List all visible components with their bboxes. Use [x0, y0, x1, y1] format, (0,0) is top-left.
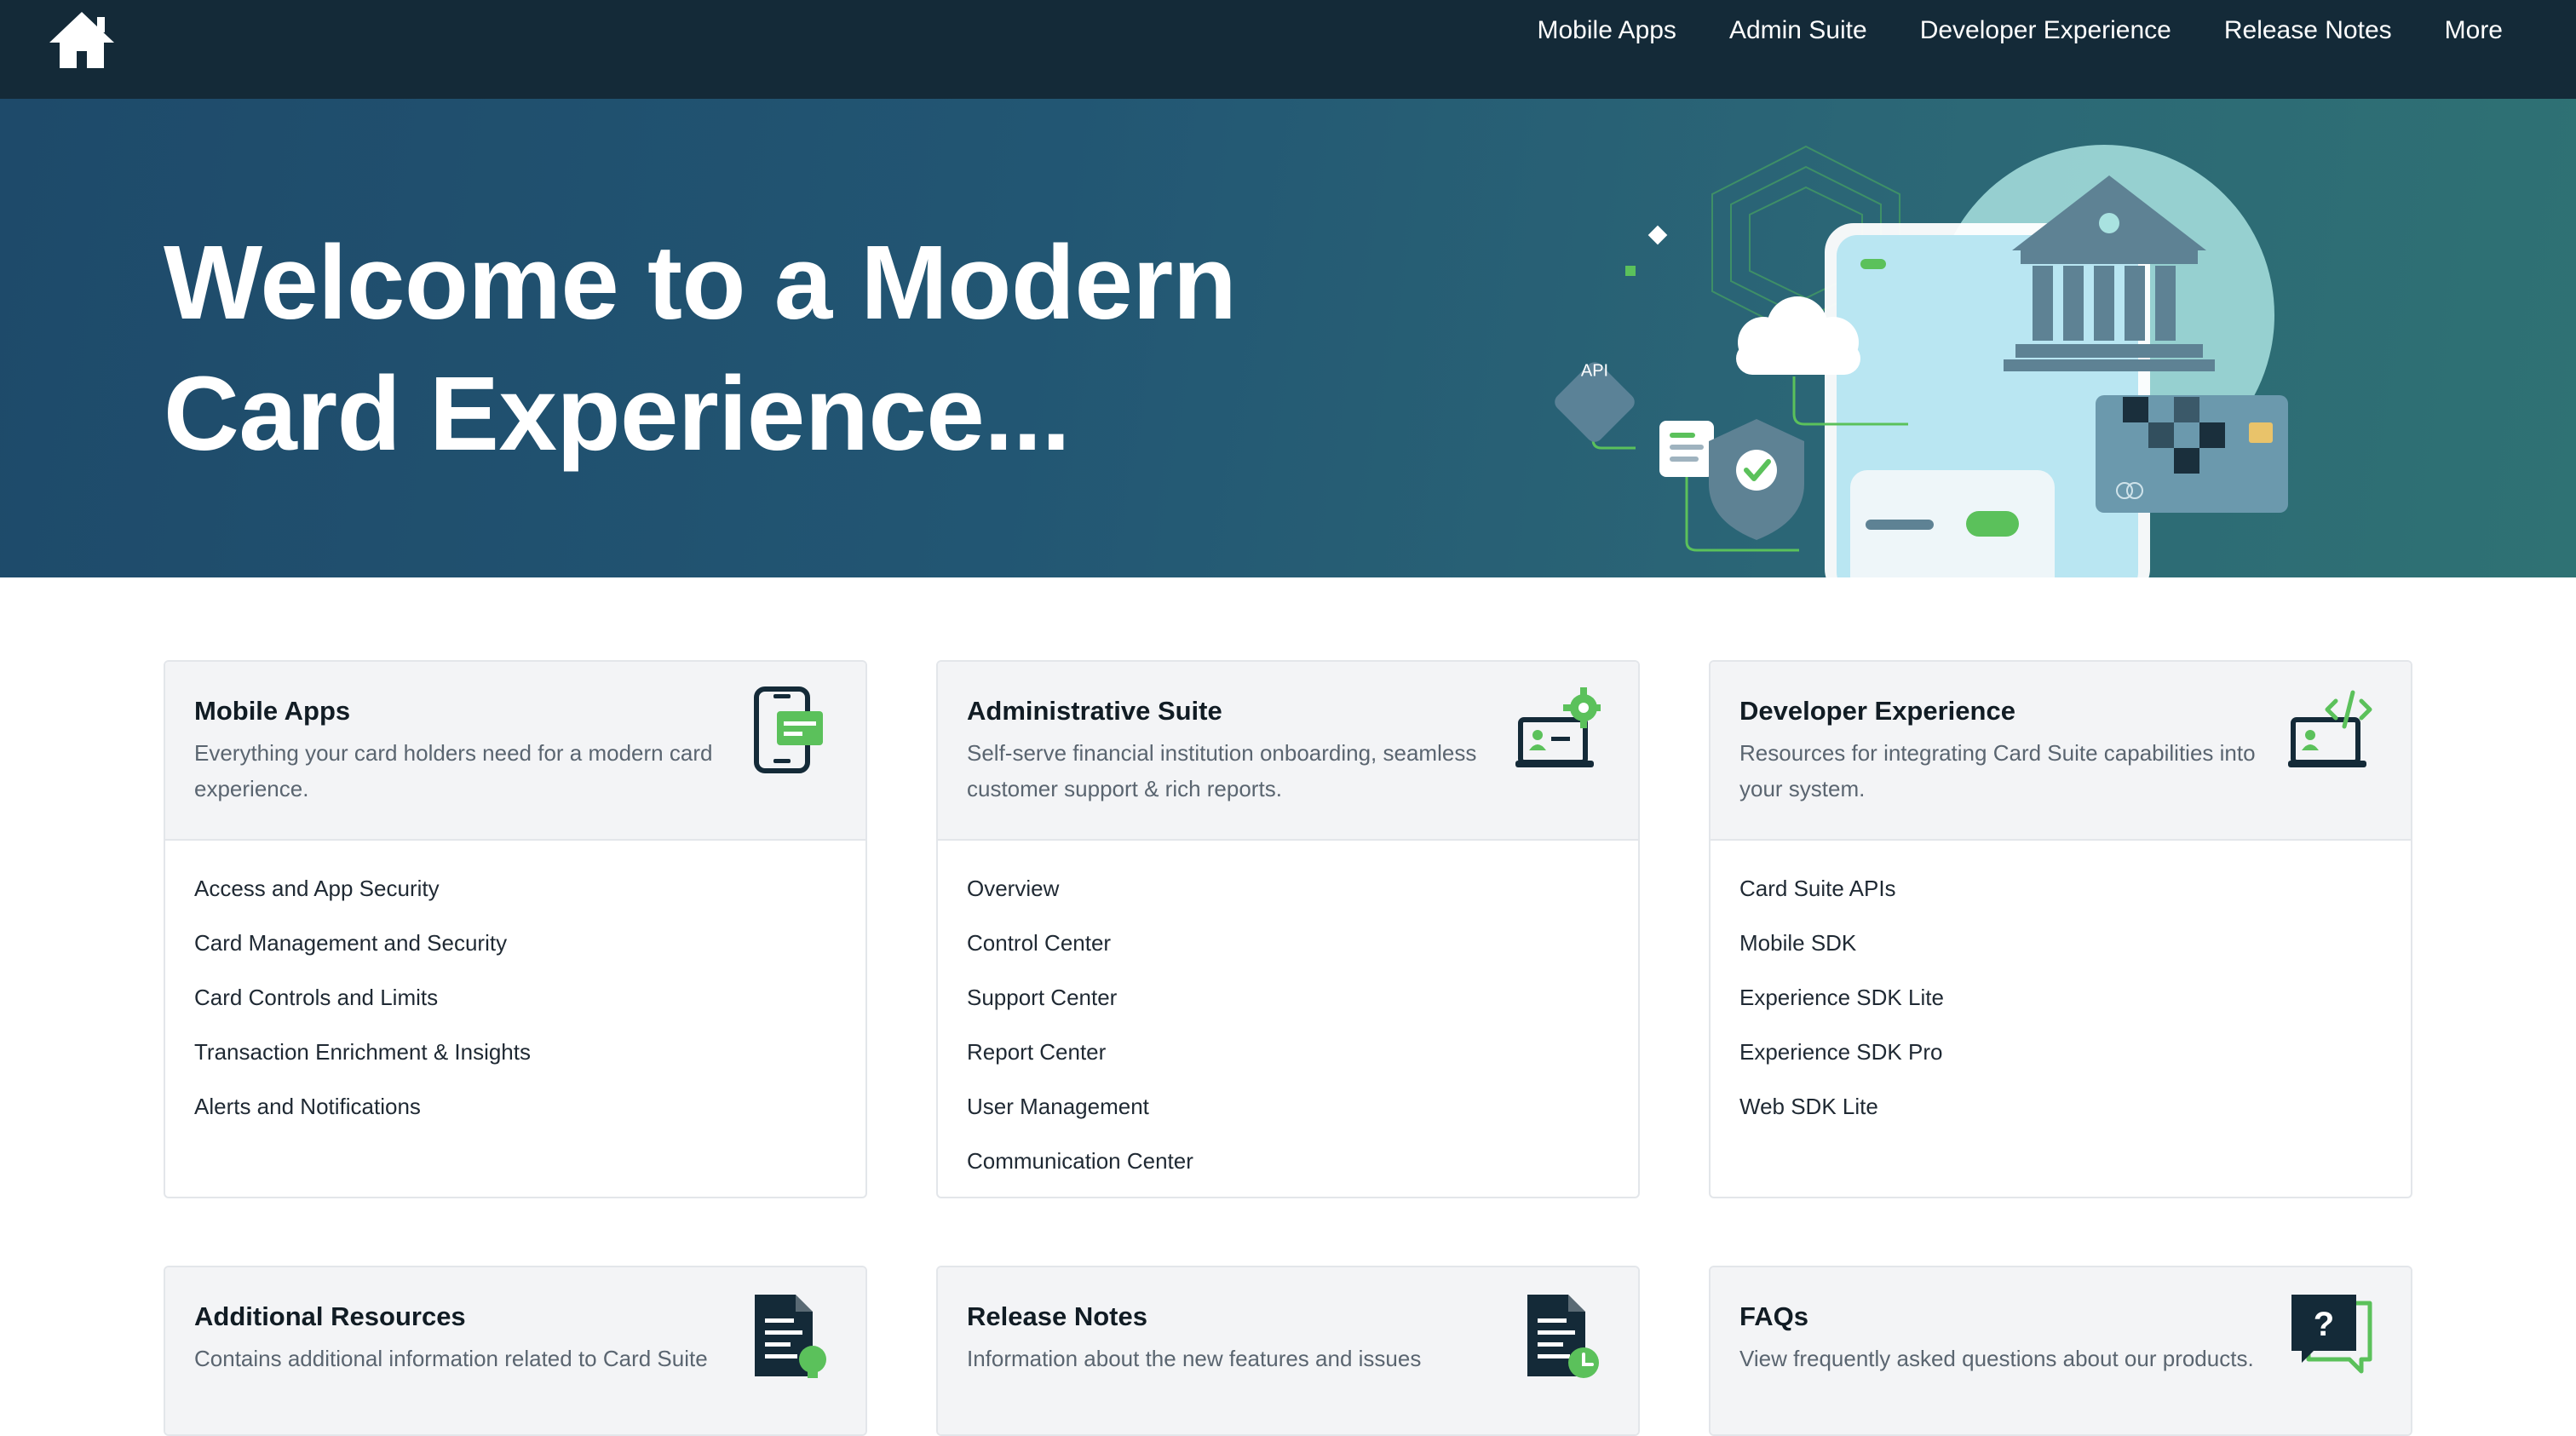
laptop-gear-icon	[1515, 686, 1601, 774]
question-chat-icon: ?	[2288, 1291, 2373, 1380]
document-icon	[1659, 421, 1714, 477]
link-overview[interactable]: Overview	[967, 861, 1609, 916]
card-header: Mobile Apps Everything your card holders…	[165, 662, 865, 841]
link-access-and-app-security[interactable]: Access and App Security	[194, 861, 837, 916]
link-card-suite-apis[interactable]: Card Suite APIs	[1739, 861, 2382, 916]
card-additional-resources[interactable]: Additional Resources Contains additional…	[164, 1266, 867, 1436]
card-mobile-apps: Mobile Apps Everything your card holders…	[164, 660, 867, 1198]
card-description: Everything your card holders need for a …	[194, 735, 739, 807]
hero-title-line-2: Card Experience...	[164, 356, 1070, 473]
card-link-list: Access and App Security Card Management …	[165, 841, 865, 1151]
card-header: Developer Experience Resources for integ…	[1711, 662, 2411, 841]
link-card-controls-and-limits[interactable]: Card Controls and Limits	[194, 970, 837, 1025]
link-alerts-and-notifications[interactable]: Alerts and Notifications	[194, 1079, 837, 1134]
nav-developer-experience[interactable]: Developer Experience	[1920, 16, 2171, 45]
document-lightbulb-icon	[743, 1291, 828, 1380]
card-release-notes[interactable]: Release Notes Information about the new …	[936, 1266, 1640, 1436]
card-header: Additional Resources Contains additional…	[165, 1267, 865, 1436]
link-card-management-and-security[interactable]: Card Management and Security	[194, 916, 837, 970]
card-link-list: Overview Control Center Support Center R…	[938, 841, 1638, 1198]
link-support-center[interactable]: Support Center	[967, 970, 1609, 1025]
card-administrative-suite: Administrative Suite Self-serve financia…	[936, 660, 1640, 1198]
card-description: View frequently asked questions about ou…	[1739, 1341, 2285, 1376]
hero-title-line-1: Welcome to a Modern	[164, 225, 1236, 342]
top-navigation-bar: Mobile Apps Admin Suite Developer Experi…	[0, 0, 2576, 99]
shield-check-icon	[1709, 419, 1804, 540]
card-description: Self-serve financial institution onboard…	[967, 735, 1512, 807]
link-transaction-enrichment-insights[interactable]: Transaction Enrichment & Insights	[194, 1025, 837, 1079]
card-developer-experience: Developer Experience Resources for integ…	[1709, 660, 2412, 1198]
card-title: Additional Resources	[194, 1301, 837, 1332]
card-header: FAQs View frequently asked questions abo…	[1711, 1267, 2411, 1436]
link-mobile-sdk[interactable]: Mobile SDK	[1739, 916, 2382, 970]
card-title: Release Notes	[967, 1301, 1609, 1332]
api-label: API	[1581, 361, 1608, 380]
main-nav: Mobile Apps Admin Suite Developer Experi…	[1538, 0, 2576, 61]
card-header: Administrative Suite Self-serve financia…	[938, 662, 1638, 841]
link-control-center[interactable]: Control Center	[967, 916, 1609, 970]
nav-more[interactable]: More	[2445, 16, 2503, 45]
card-title: Mobile Apps	[194, 696, 837, 727]
hero-banner: Welcome to a Modern Card Experience...	[0, 99, 2576, 577]
card-title: Developer Experience	[1739, 696, 2382, 727]
link-web-sdk-lite[interactable]: Web SDK Lite	[1739, 1079, 2382, 1134]
nav-mobile-apps[interactable]: Mobile Apps	[1538, 16, 1676, 45]
link-user-management[interactable]: User Management	[967, 1079, 1609, 1134]
svg-text:?: ?	[2314, 1306, 2334, 1343]
laptop-code-icon	[2288, 686, 2373, 774]
link-experience-sdk-lite[interactable]: Experience SDK Lite	[1739, 970, 2382, 1025]
nav-admin-suite[interactable]: Admin Suite	[1729, 16, 1867, 45]
card-title: Administrative Suite	[967, 696, 1609, 727]
link-communication-center[interactable]: Communication Center	[967, 1134, 1609, 1188]
hero-illustration: API	[1499, 99, 2368, 577]
card-header: Release Notes Information about the new …	[938, 1267, 1638, 1436]
card-faqs[interactable]: FAQs View frequently asked questions abo…	[1709, 1266, 2412, 1436]
card-description: Information about the new features and i…	[967, 1341, 1512, 1376]
mobile-phone-icon	[743, 686, 828, 774]
api-badge: API	[1551, 359, 1638, 445]
nav-release-notes[interactable]: Release Notes	[2224, 16, 2392, 45]
card-description: Contains additional information related …	[194, 1341, 739, 1376]
card-title: FAQs	[1739, 1301, 2382, 1332]
document-clock-icon	[1515, 1291, 1601, 1380]
hero-title: Welcome to a Modern Card Experience...	[164, 218, 1356, 480]
link-experience-sdk-pro[interactable]: Experience SDK Pro	[1739, 1025, 2382, 1079]
link-report-center[interactable]: Report Center	[967, 1025, 1609, 1079]
card-link-list: Card Suite APIs Mobile SDK Experience SD…	[1711, 841, 2411, 1151]
home-icon[interactable]	[46, 9, 118, 70]
card-description: Resources for integrating Card Suite cap…	[1739, 735, 2285, 807]
